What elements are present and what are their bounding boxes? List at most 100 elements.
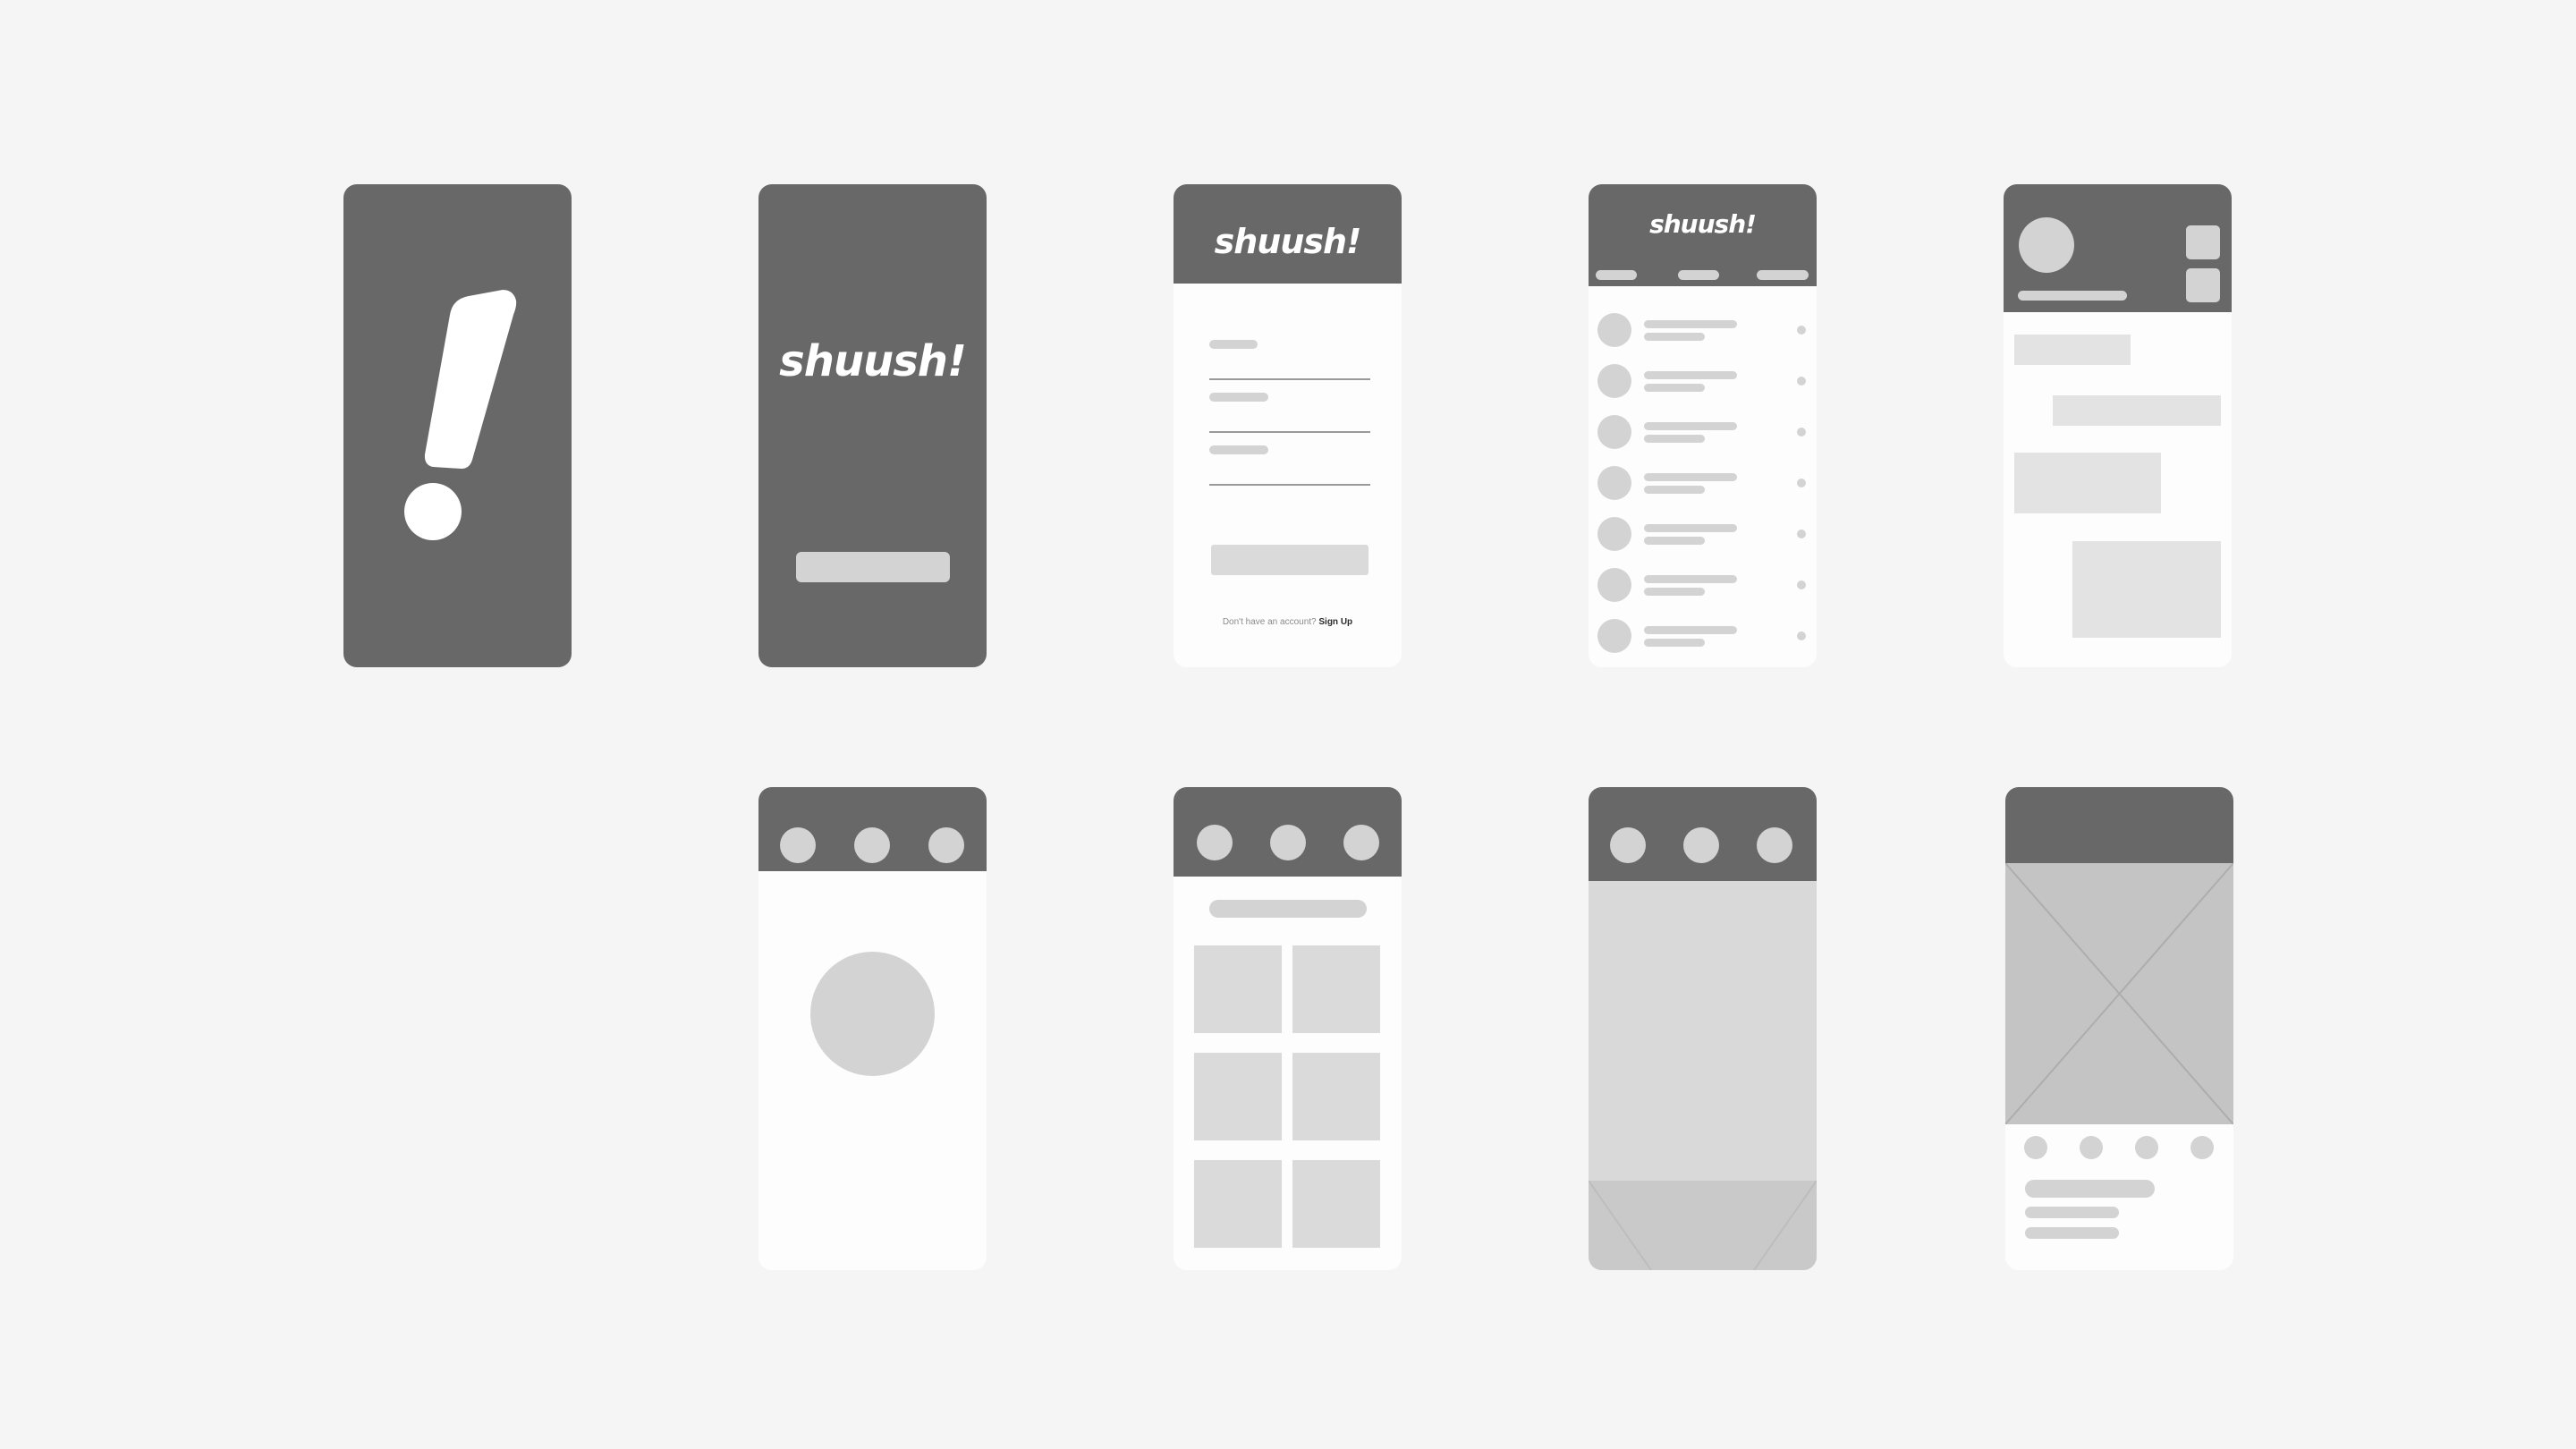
detail-screen bbox=[2005, 787, 2233, 1270]
chat-preview bbox=[1644, 588, 1705, 596]
message-bubble bbox=[2072, 541, 2221, 638]
app-logo: shuush! bbox=[1214, 222, 1362, 261]
chat-row[interactable] bbox=[1589, 461, 1817, 505]
message-bubble bbox=[2053, 395, 2221, 426]
chat-row[interactable] bbox=[1589, 512, 1817, 556]
unread-indicator bbox=[1797, 377, 1806, 386]
message-bubble bbox=[2014, 453, 2161, 513]
app-logo: shuush! bbox=[1649, 209, 1757, 239]
nav-icon[interactable] bbox=[1610, 827, 1646, 863]
email-label bbox=[1209, 393, 1268, 402]
chat-avatar bbox=[1597, 568, 1631, 602]
chat-row[interactable] bbox=[1589, 308, 1817, 352]
splash-screen bbox=[343, 184, 572, 667]
conversation-header bbox=[2004, 184, 2232, 312]
chat-preview bbox=[1644, 486, 1705, 494]
unread-indicator bbox=[1797, 326, 1806, 335]
chat-avatar bbox=[1597, 466, 1631, 500]
chat-name bbox=[1644, 371, 1737, 379]
nav-icon[interactable] bbox=[1683, 827, 1719, 863]
unread-indicator bbox=[1797, 428, 1806, 436]
page-indicator[interactable] bbox=[2024, 1136, 2047, 1159]
username-field[interactable] bbox=[1209, 378, 1370, 380]
chat-preview bbox=[1644, 435, 1705, 443]
get-started-button[interactable] bbox=[796, 552, 950, 582]
password-field[interactable] bbox=[1209, 484, 1370, 486]
chat-row[interactable] bbox=[1589, 563, 1817, 607]
chat-preview bbox=[1644, 333, 1705, 341]
chat-avatar bbox=[1597, 313, 1631, 347]
nav-icon[interactable] bbox=[1197, 825, 1233, 860]
conversation-screen bbox=[2004, 184, 2232, 667]
detail-header bbox=[2005, 787, 2233, 863]
gallery-tile[interactable] bbox=[1194, 1053, 1282, 1140]
unread-indicator bbox=[1797, 530, 1806, 538]
chat-row[interactable] bbox=[1589, 410, 1817, 454]
detail-title bbox=[2025, 1180, 2155, 1198]
chat-avatar bbox=[1597, 415, 1631, 449]
unread-indicator bbox=[1797, 479, 1806, 487]
video-icon[interactable] bbox=[2186, 268, 2220, 302]
username-label bbox=[1209, 340, 1258, 349]
chats-screen: shuush! bbox=[1589, 184, 1817, 667]
nav-icon[interactable] bbox=[854, 827, 890, 863]
nav-icon[interactable] bbox=[1343, 825, 1379, 860]
profile-screen bbox=[758, 787, 987, 1270]
login-screen: shuush! Don't have an account? Sign Up bbox=[1174, 184, 1402, 667]
gallery-header bbox=[1174, 787, 1402, 877]
tab-1[interactable] bbox=[1596, 270, 1637, 280]
tab-2[interactable] bbox=[1678, 270, 1719, 280]
gallery-tile[interactable] bbox=[1292, 1160, 1380, 1248]
media-screen bbox=[1589, 787, 1817, 1270]
chat-name bbox=[1644, 320, 1737, 328]
welcome-screen: shuush! bbox=[758, 184, 987, 667]
gallery-tile[interactable] bbox=[1194, 945, 1282, 1033]
password-label bbox=[1209, 445, 1268, 454]
chat-name bbox=[1644, 575, 1737, 583]
gallery-tile[interactable] bbox=[1292, 1053, 1380, 1140]
nav-icon[interactable] bbox=[1270, 825, 1306, 860]
detail-line bbox=[2025, 1207, 2119, 1218]
chat-avatar bbox=[1597, 364, 1631, 398]
nav-icon[interactable] bbox=[928, 827, 964, 863]
call-icon[interactable] bbox=[2186, 225, 2220, 259]
login-header: shuush! bbox=[1174, 184, 1402, 284]
gallery-tile[interactable] bbox=[1292, 945, 1380, 1033]
media-header bbox=[1589, 787, 1817, 881]
app-logo: shuush! bbox=[779, 336, 967, 386]
detail-line bbox=[2025, 1227, 2119, 1239]
message-bubble bbox=[2014, 335, 2131, 365]
page-indicator[interactable] bbox=[2080, 1136, 2103, 1159]
chat-avatar bbox=[1597, 619, 1631, 653]
search-bar[interactable] bbox=[1209, 900, 1367, 918]
chat-preview bbox=[1644, 639, 1705, 647]
chat-name bbox=[1644, 524, 1737, 532]
nav-icon[interactable] bbox=[780, 827, 816, 863]
chats-header: shuush! bbox=[1589, 184, 1817, 286]
chat-row[interactable] bbox=[1589, 614, 1817, 658]
login-button[interactable] bbox=[1211, 545, 1368, 575]
tab-3[interactable] bbox=[1757, 270, 1809, 280]
unread-indicator bbox=[1797, 580, 1806, 589]
image-placeholder bbox=[1589, 1181, 1817, 1270]
page-indicator[interactable] bbox=[2135, 1136, 2158, 1159]
avatar[interactable] bbox=[2019, 217, 2074, 273]
nav-icon[interactable] bbox=[1757, 827, 1792, 863]
profile-avatar[interactable] bbox=[810, 952, 935, 1076]
contact-name bbox=[2018, 291, 2127, 301]
image-placeholder bbox=[2005, 863, 2233, 1124]
gallery-screen bbox=[1174, 787, 1402, 1270]
chat-row[interactable] bbox=[1589, 359, 1817, 403]
chat-name bbox=[1644, 473, 1737, 481]
profile-header bbox=[758, 787, 987, 871]
page-indicator[interactable] bbox=[2190, 1136, 2214, 1159]
exclamation-logo-icon bbox=[404, 290, 517, 540]
unread-indicator bbox=[1797, 631, 1806, 640]
gallery-tile[interactable] bbox=[1194, 1160, 1282, 1248]
chat-preview bbox=[1644, 537, 1705, 545]
chat-avatar bbox=[1597, 517, 1631, 551]
email-field[interactable] bbox=[1209, 431, 1370, 433]
chat-name bbox=[1644, 626, 1737, 634]
signup-link[interactable]: Sign Up bbox=[1318, 617, 1352, 627]
signup-prompt: Don't have an account? Sign Up bbox=[1222, 617, 1353, 627]
